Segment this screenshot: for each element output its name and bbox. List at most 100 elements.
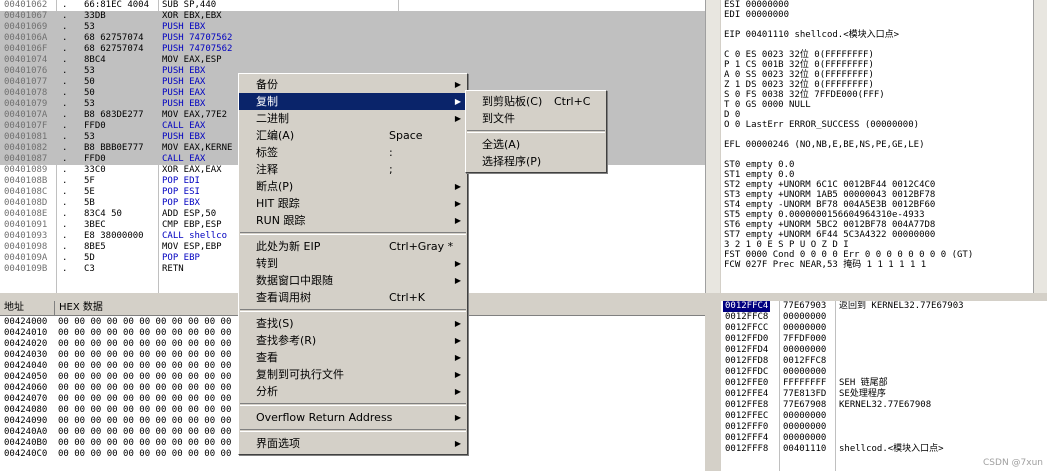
disasm-address: 0040108D	[4, 198, 48, 208]
register-line[interactable]: ST7 empty +UNORM 6F44 5C3A4322 00000000	[724, 230, 1033, 240]
register-line[interactable]: O 0 LastErr ERROR_SUCCESS (00000000)	[724, 120, 1033, 130]
register-line[interactable]: EDI 00000000	[724, 10, 1033, 20]
register-line[interactable]	[724, 40, 1033, 50]
context-menu-item[interactable]: 查找参考(R) ▶	[239, 332, 467, 349]
register-line[interactable]: EFL 00000246 (NO,NB,E,BE,NS,PE,GE,LE)	[724, 140, 1033, 150]
dump-header-addr[interactable]: 地址	[0, 301, 55, 315]
register-line[interactable]: ST2 empty +UNORM 6C1C 0012BF44 0012C4C0	[724, 180, 1033, 190]
register-line[interactable]	[724, 20, 1033, 30]
register-line[interactable]: EIP 00401110 shellcod.<模块入口点>	[724, 30, 1033, 40]
stack-row[interactable]: 0012FFD0 7FFDF000	[721, 334, 1047, 345]
submenu-item[interactable]: 选择程序(P)	[466, 153, 606, 170]
context-menu-item[interactable]: 界面选项 ▶	[239, 435, 467, 452]
disasm-row[interactable]: 0040106F. 68 62757074 PUSH 74707562	[0, 44, 705, 55]
context-menu-item[interactable]: 查看调用树 Ctrl+K	[239, 289, 467, 306]
stack-row[interactable]: 0012FFC4 77E67903 返回到 KERNEL32.77E67903	[721, 301, 1047, 312]
register-line[interactable]: 3 2 1 0 E S P U O Z D I	[724, 240, 1033, 250]
disasm-marker: .	[62, 33, 68, 43]
disasm-row[interactable]: 00401067. 33DB XOR EBX,EBX	[0, 11, 705, 22]
disasm-row[interactable]: 00401069. 53 PUSH EBX	[0, 22, 705, 33]
context-menu-item[interactable]: 注释;	[239, 161, 467, 178]
register-line[interactable]: ST6 empty +UNORM 5BC2 0012BF78 004A77D8	[724, 220, 1033, 230]
context-menu: 备份 ▶ 复制 ▶ 二进制 ▶ 汇编(A) Space 标签: 注释; 断点(P) ▶ HIT 跟踪 ▶ R…	[238, 73, 468, 455]
stack-row[interactable]: 0012FFD8 0012FFC8	[721, 356, 1047, 367]
register-line[interactable]: FST 0000 Cond 0 0 0 0 Err 0 0 0 0 0 0 0 …	[724, 250, 1033, 260]
disasm-marker: .	[62, 121, 68, 131]
stack-row[interactable]: 0012FFE4 77E813FD SE处理程序	[721, 389, 1047, 400]
register-line[interactable]: ST5 empty 0.0000000156604964310e-4933	[724, 210, 1033, 220]
context-menu-item[interactable]: 查看 ▶	[239, 349, 467, 366]
menu-item-shortcut: Ctrl+C	[554, 95, 591, 108]
disasm-address: 00401089	[4, 165, 48, 175]
disasm-marker: .	[62, 231, 68, 241]
register-line[interactable]: ST1 empty 0.0	[724, 170, 1033, 180]
register-line[interactable]: ESI 00000000	[724, 0, 1033, 10]
disasm-instruction: MOV EAX,77E2	[162, 110, 228, 120]
disasm-instruction: MOV ESP,EBP	[162, 242, 222, 252]
context-menu-item[interactable]: 复制 ▶	[239, 93, 467, 110]
disasm-row[interactable]: 0040106A. 68 62757074 PUSH 74707562	[0, 33, 705, 44]
disasm-hex: E8 38000000	[84, 231, 144, 241]
register-line[interactable]: T 0 GS 0000 NULL	[724, 100, 1033, 110]
disasm-instruction: PUSH EBX	[162, 66, 206, 76]
register-line[interactable]	[724, 150, 1033, 160]
stack-address: 0012FFD4	[725, 345, 769, 355]
context-menu-item[interactable]: 标签:	[239, 144, 467, 161]
disasm-address: 00401062	[4, 0, 48, 10]
registers-scrollbar[interactable]	[1033, 0, 1047, 293]
stack-row[interactable]: 0012FFDC 00000000	[721, 367, 1047, 378]
registers-pane[interactable]: ESI 00000000 EDI 00000000 EIP 00401110 she…	[721, 0, 1033, 293]
context-menu-item[interactable]: 此处为新 EIP Ctrl+Gray *	[239, 238, 467, 255]
menu-item-shortcut: Ctrl+Gray *	[389, 240, 454, 253]
stack-pane[interactable]: 0012FFC4 77E67903 返回到 KERNEL32.77E67903 001…	[721, 301, 1047, 471]
register-line[interactable]: S 0 FS 0038 32位 7FFDE000(FFF)	[724, 90, 1033, 100]
context-menu-item[interactable]: HIT 跟踪 ▶	[239, 195, 467, 212]
menu-item-label: 此处为新 EIP	[256, 240, 321, 253]
register-line[interactable]: ST3 empty +UNORM 1AB5 00000043 0012BF78	[724, 190, 1033, 200]
register-line[interactable]: A 0 SS 0023 32位 0(FFFFFFFF)	[724, 70, 1033, 80]
context-menu-item[interactable]: 复制到可执行文件 ▶	[239, 366, 467, 383]
register-line[interactable]: P 1 CS 001B 32位 0(FFFFFFFF)	[724, 60, 1033, 70]
stack-value: 77E813FD	[783, 389, 827, 399]
register-line[interactable]: ST4 empty -UNORM BF78 004A5E3B 0012BF60	[724, 200, 1033, 210]
register-line[interactable]: Z 1 DS 0023 32位 0(FFFFFFFF)	[724, 80, 1033, 90]
submenu-item[interactable]: 全选(A)	[466, 136, 606, 153]
context-menu-item[interactable]: 数据窗口中跟随 ▶	[239, 272, 467, 289]
register-line[interactable]	[724, 130, 1033, 140]
context-menu-item[interactable]: RUN 跟踪 ▶	[239, 212, 467, 229]
stack-row[interactable]: 0012FFF4 00000000	[721, 433, 1047, 444]
context-menu-item[interactable]: Overflow Return Address ▶	[239, 409, 467, 426]
disasm-instruction: POP EDI	[162, 176, 200, 186]
menu-item-label: 复制	[256, 95, 278, 108]
stack-row[interactable]: 0012FFE0 FFFFFFFF SEH 链尾部	[721, 378, 1047, 389]
stack-row[interactable]: 0012FFC8 00000000	[721, 312, 1047, 323]
context-menu-item[interactable]: 转到 ▶	[239, 255, 467, 272]
stack-row[interactable]: 0012FFCC 00000000	[721, 323, 1047, 334]
register-line[interactable]: ST0 empty 0.0	[724, 160, 1033, 170]
stack-row[interactable]: 0012FFF8 00401110 shellcod.<模块入口点>	[721, 444, 1047, 455]
context-menu-item[interactable]: 二进制 ▶	[239, 110, 467, 127]
context-menu-item[interactable]: 分析 ▶	[239, 383, 467, 400]
context-menu-item[interactable]: 断点(P) ▶	[239, 178, 467, 195]
disasm-instruction: PUSH 74707562	[162, 33, 233, 43]
context-menu-item[interactable]: 备份 ▶	[239, 76, 467, 93]
register-line[interactable]: C 0 ES 0023 32位 0(FFFFFFFF)	[724, 50, 1033, 60]
stack-row[interactable]: 0012FFE8 77E67908 KERNEL32.77E67908	[721, 400, 1047, 411]
stack-value: 0012FFC8	[783, 356, 827, 366]
disasm-row[interactable]: 00401074. 8BC4 MOV EAX,ESP	[0, 55, 705, 66]
context-menu-item[interactable]: 查找(S) ▶	[239, 315, 467, 332]
dump-address: 00424000	[4, 317, 48, 327]
stack-row[interactable]: 0012FFEC 00000000	[721, 411, 1047, 422]
submenu-item[interactable]: 到文件	[466, 110, 606, 127]
disasm-marker: .	[62, 165, 68, 175]
disasm-marker: .	[62, 209, 68, 219]
register-line[interactable]: FCW 027F Prec NEAR,53 掩码 1 1 1 1 1 1	[724, 260, 1033, 270]
register-line[interactable]: D 0	[724, 110, 1033, 120]
stack-row[interactable]: 0012FFD4 00000000	[721, 345, 1047, 356]
disasm-scrollbar[interactable]	[705, 0, 720, 293]
disasm-row[interactable]: 00401062. 66:81EC 4004 SUB SP,440	[0, 0, 705, 11]
stack-row[interactable]: 0012FFF0 00000000	[721, 422, 1047, 433]
stack-col-divider	[835, 301, 836, 471]
submenu-item[interactable]: 到剪贴板(C) Ctrl+C	[466, 93, 606, 110]
context-menu-item[interactable]: 汇编(A) Space	[239, 127, 467, 144]
